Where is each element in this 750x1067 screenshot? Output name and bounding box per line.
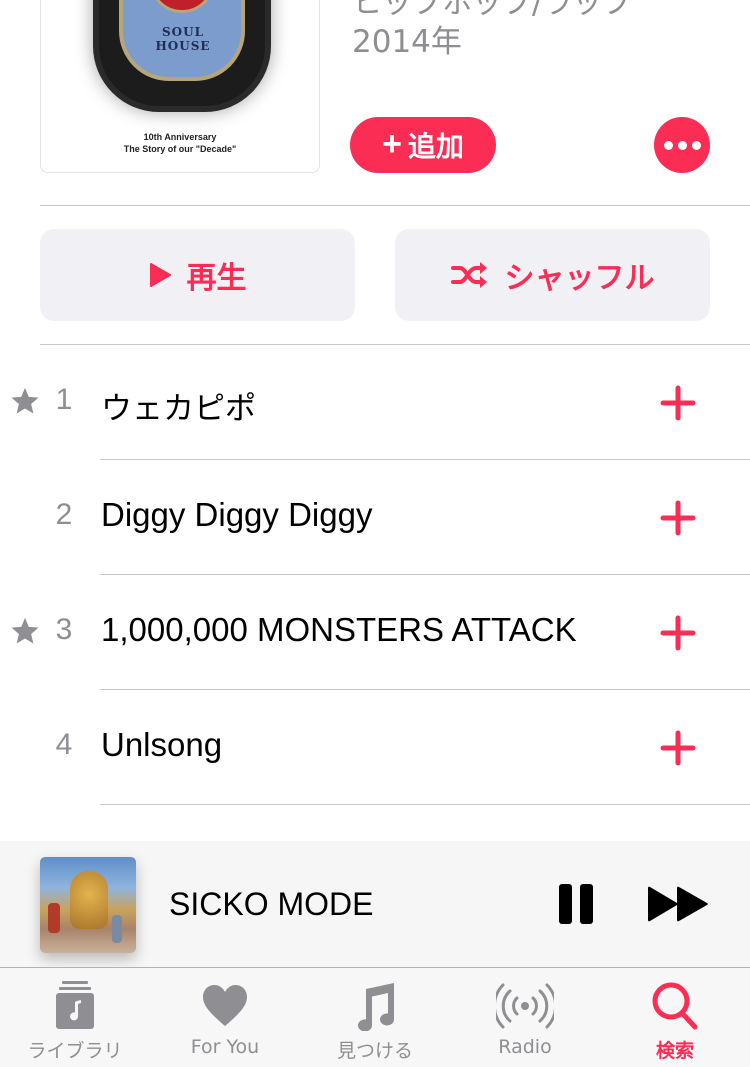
music-note-icon (354, 980, 396, 1032)
album-art-caption-line1: 10th Anniversary (143, 132, 217, 142)
library-icon (54, 980, 96, 1032)
album-art-caption-line2: The Story of our "Decade" (123, 144, 237, 154)
track-title: Unlsong (101, 726, 223, 763)
search-icon (651, 980, 699, 1032)
pause-button[interactable] (555, 883, 597, 927)
star-icon (10, 386, 40, 416)
add-track-button[interactable] (654, 725, 702, 773)
plus-icon (660, 730, 696, 765)
track-title: Diggy Diggy Diggy (101, 496, 373, 533)
tab-browse[interactable]: 見つける (300, 968, 450, 1067)
fast-forward-button[interactable] (644, 885, 712, 925)
tab-label: ライブラリ (27, 1040, 123, 1062)
ellipsis-icon (663, 140, 701, 150)
now-playing-artwork (40, 857, 136, 953)
track-title: 1,000,000 MONSTERS ATTACK (101, 611, 577, 648)
row-separator (100, 804, 750, 805)
pause-icon (559, 884, 593, 924)
album-art-badge-text: SOUL HOUSE (155, 25, 211, 53)
track-number: 4 (55, 728, 73, 761)
shuffle-button[interactable]: シャッフル (395, 229, 710, 321)
star-icon (10, 616, 40, 646)
more-options-button[interactable] (654, 117, 710, 173)
track-number: 3 (55, 613, 73, 646)
tab-bar: ライブラリ For You 見つける Radio 検索 (0, 968, 750, 1067)
add-button-label: 追加 (407, 131, 464, 162)
plus-icon (660, 615, 696, 650)
shuffle-button-label: シャッフル (504, 262, 655, 295)
track-row[interactable]: 2 Diggy Diggy Diggy (0, 460, 750, 575)
play-button[interactable]: 再生 (40, 229, 355, 321)
tab-label: For You (190, 1036, 260, 1058)
heart-icon (201, 980, 249, 1032)
divider (40, 205, 750, 206)
play-button-label: 再生 (186, 262, 247, 295)
fast-forward-icon (648, 886, 708, 922)
tab-label: 見つける (336, 1040, 413, 1062)
plus-icon: + (382, 124, 402, 163)
add-track-button[interactable] (654, 495, 702, 543)
mini-player[interactable]: SICKO MODE (0, 841, 750, 968)
tab-radio[interactable]: Radio (450, 968, 600, 1067)
track-number: 1 (55, 383, 73, 416)
album-art-badge: X SOUL HOUSE (99, 0, 265, 106)
add-track-button[interactable] (654, 610, 702, 658)
track-row[interactable]: 4 Unlsong (0, 690, 750, 805)
tab-for-you[interactable]: For You (150, 968, 300, 1067)
track-row[interactable]: 3 1,000,000 MONSTERS ATTACK (0, 575, 750, 690)
tab-label: Radio (498, 1036, 552, 1058)
now-playing-title: SICKO MODE (169, 886, 374, 922)
plus-icon (660, 385, 696, 420)
add-to-library-button[interactable]: + 追加 (350, 117, 496, 173)
tab-search[interactable]: 検索 (600, 968, 750, 1067)
shuffle-icon (450, 260, 489, 290)
plus-icon (660, 500, 696, 535)
play-icon (149, 263, 171, 287)
tab-library[interactable]: ライブラリ (0, 968, 150, 1067)
track-title: ウェカピポ (101, 391, 256, 427)
album-year: 2014年 (352, 24, 462, 60)
tab-label: 検索 (655, 1040, 694, 1062)
album-artwork: X SOUL HOUSE 10th Anniversary The Story … (40, 0, 320, 173)
track-row[interactable]: 1 ウェカピポ (0, 345, 750, 460)
radio-icon (496, 980, 554, 1032)
track-number: 2 (55, 498, 73, 531)
add-track-button[interactable] (654, 380, 702, 428)
